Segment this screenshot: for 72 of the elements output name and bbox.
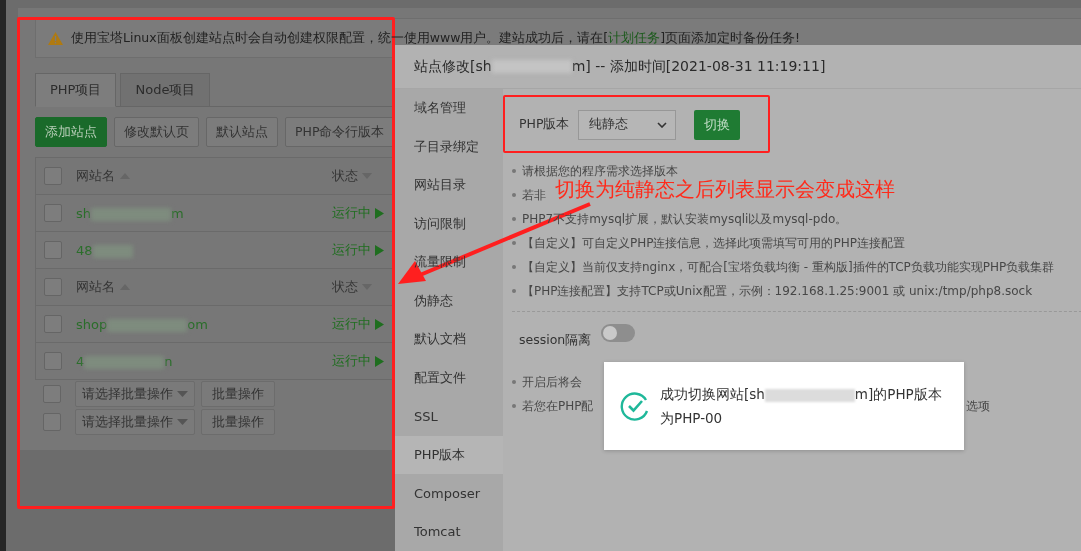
bullet-icon [512, 193, 516, 197]
bullet-icon [512, 380, 516, 384]
play-icon[interactable] [375, 244, 384, 256]
status-text: 运行中 [332, 204, 371, 222]
notice-text: 使用宝塔Linux面板创建站点时会自动创建权限配置，统一使用www用户。建站成功后，请在[计划任务]页面添加定时备份任务! [71, 29, 801, 47]
row-checkbox[interactable] [44, 167, 62, 185]
row-checkbox[interactable] [44, 241, 62, 259]
php-version-select[interactable]: 纯静态 [578, 109, 677, 140]
schedule-link[interactable]: 计划任务 [608, 29, 661, 45]
sidebar-item[interactable]: PHP版本 [395, 435, 503, 474]
note-text: 【PHP连接配置】支持TCP或Unix配置，示例：192.168.1.25:9001 或 unix:/tmp/php8.sock [522, 282, 1033, 300]
bullet-icon [512, 217, 516, 221]
sidebar-item[interactable]: 默认文档 [395, 320, 503, 359]
sidebar-item[interactable]: 网站目录 [395, 166, 503, 205]
play-icon[interactable] [375, 355, 384, 367]
project-tab[interactable]: Node项目 [120, 73, 211, 107]
toolbar-button[interactable]: PHP命令行版本 [285, 117, 395, 147]
column-header[interactable]: 网站名 [76, 167, 332, 185]
annotation-text: 切换为纯静态之后列表显示会变成这样 [555, 177, 895, 203]
bullet-icon [512, 241, 516, 245]
row-checkbox[interactable] [44, 352, 62, 370]
batch-select[interactable]: 请选择批量操作 [75, 381, 195, 407]
sidebar-item[interactable]: 访问限制 [395, 204, 503, 243]
caret-icon [177, 419, 188, 425]
sidebar-item[interactable]: SSL [395, 397, 503, 436]
note-text: 【自定义】当前仅支持nginx，可配合[宝塔负载均衡 - 重构版]插件的TCP负载功能实现PHP负载集群 [522, 258, 1055, 276]
play-icon[interactable] [375, 207, 384, 219]
session-toggle[interactable] [601, 324, 636, 342]
batch-select[interactable]: 请选择批量操作 [75, 409, 195, 435]
bullet-icon [512, 289, 516, 293]
select-all-checkbox[interactable] [43, 413, 61, 431]
status-text: 运行中 [332, 352, 371, 370]
batch-button[interactable]: 批量操作 [201, 409, 275, 435]
column-header[interactable]: 状态 [332, 167, 372, 185]
session-label: session隔离 [519, 331, 592, 349]
status-text: 运行中 [332, 241, 371, 259]
caret-icon [177, 391, 188, 397]
select-all-checkbox[interactable] [43, 385, 61, 403]
note-text: 开启后将会 [522, 373, 582, 391]
toolbar-button[interactable]: 默认站点 [206, 117, 278, 147]
note-text: 若您在PHP配 [522, 397, 594, 415]
sidebar-item[interactable]: 域名管理 [395, 89, 503, 128]
row-checkbox[interactable] [44, 204, 62, 222]
note-text: 请根据您的程序需求选择版本 [522, 162, 678, 179]
php-version-label: PHP版本 [519, 116, 570, 133]
sidebar-item[interactable]: Composer [395, 474, 503, 513]
warning-icon [48, 31, 63, 45]
switch-button[interactable]: 切换 [694, 109, 741, 140]
note-text: 选项 [966, 397, 990, 415]
note-text: 若非 [522, 186, 546, 204]
status-text: 运行中 [332, 315, 371, 333]
check-circle-icon [620, 391, 650, 421]
add-site-button[interactable]: 添加站点 [35, 117, 107, 147]
toolbar-button[interactable]: 修改默认页 [114, 117, 199, 147]
column-header[interactable]: 状态 [332, 278, 372, 296]
note-text: 【自定义】可自定义PHP连接信息，选择此项需填写可用的PHP连接配置 [522, 234, 905, 252]
bullet-icon [512, 169, 516, 173]
sidebar-item[interactable]: Tomcat [395, 512, 503, 551]
sidebar-item[interactable]: 子目录绑定 [395, 127, 503, 166]
toast-message: 成功切换网站[sh m]的PHP版本 为PHP-00 [660, 385, 942, 428]
play-icon[interactable] [375, 318, 384, 330]
dialog-title: 站点修改[sh m] -- 添加时间[2021-08-31 11:19:11] [395, 45, 1081, 89]
chevron-down-icon [657, 121, 668, 128]
row-checkbox[interactable] [44, 315, 62, 333]
sidebar-item[interactable]: 伪静态 [395, 281, 503, 320]
bullet-icon [512, 404, 516, 408]
row-checkbox[interactable] [44, 278, 62, 296]
batch-button[interactable]: 批量操作 [201, 381, 275, 407]
project-tab[interactable]: PHP项目 [35, 73, 117, 107]
sidebar-item[interactable]: 配置文件 [395, 358, 503, 397]
bullet-icon [512, 265, 516, 269]
column-header[interactable]: 网站名 [76, 278, 332, 296]
